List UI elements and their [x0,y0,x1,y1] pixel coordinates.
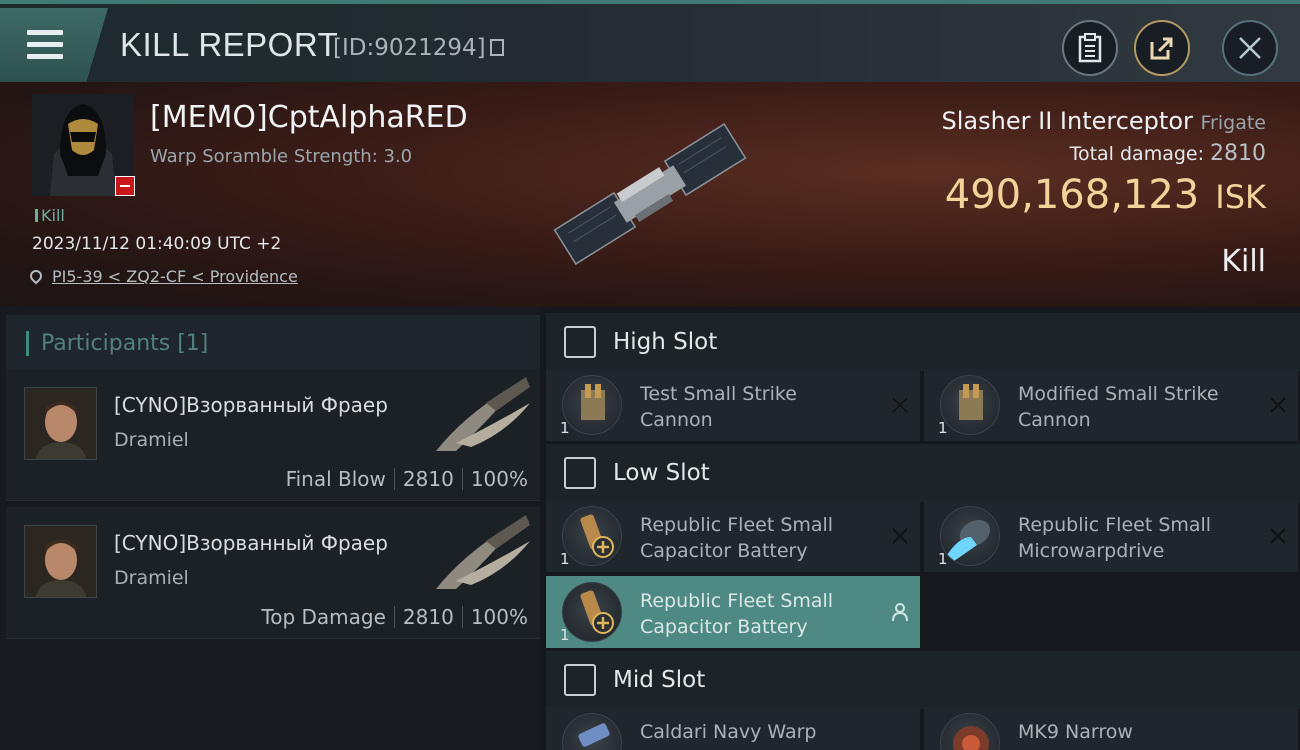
ship-name-text[interactable]: Slasher II Interceptor [942,107,1193,135]
kill-id-text: [ID:9021294] [333,35,486,61]
page-title: KILL REPORT [120,26,339,63]
close-button[interactable] [1222,20,1278,76]
participant-ship: Dramiel [114,429,189,451]
module-item[interactable]: 1 MK9 Narrow [924,707,1298,750]
mid-slot-label: Mid Slot [613,667,706,693]
mid-slot-header: Mid Slot [546,651,1300,709]
fitting-panel: High Slot 1 Test Small Strike Cannon 1 M… [540,307,1300,750]
location-pin-icon [27,267,45,285]
mid-slot-icon [564,664,596,696]
total-damage-value: 2810 [1210,141,1266,166]
module-name: Caldari Navy Warp [640,721,817,743]
participant-percent: 100% [470,605,528,629]
low-slot-header: Low Slot [546,444,1300,502]
menu-button[interactable] [0,8,108,82]
remove-icon[interactable] [1268,395,1288,415]
capacitor-battery-icon [562,506,622,566]
kill-summary: [MEMO]CptAlphaRED Warp Soramble Strength… [0,82,1300,307]
isk-value: 490,168,123 ISK [945,172,1266,218]
module-quantity: 1 [560,419,570,437]
cannon-icon [940,375,1000,435]
participant-ship-image [436,515,530,589]
module-name: Republic Fleet Small Capacitor Battery [640,514,834,562]
module-item-selected[interactable]: 1 Republic Fleet Small Capacitor Battery [546,576,920,648]
ship-name: Slasher II Interceptor Frigate [942,107,1266,135]
participant-stats: Final Blow 2810 100% [286,467,528,491]
menu-icon-bar [27,42,63,47]
location-text: PI5-39 < ZQ2-CF < Providence [52,267,298,286]
participant-role: Top Damage [261,605,386,629]
module-name: Republic Fleet Small Capacitor Battery [640,590,834,638]
kill-datetime: 2023/11/12 01:40:09 UTC +2 [32,234,282,254]
module-quantity: 1 [938,550,948,568]
participant-name: [CYNO]Взорванный Фраер [114,393,388,417]
remove-icon[interactable] [890,395,910,415]
participant-row[interactable]: [CYNO]Взорванный Фраер Dramiel Final Blo… [6,369,540,501]
ship-image [553,123,747,265]
top-bar: KILL REPORT [ID:9021294] [0,0,1300,82]
close-icon [1239,37,1261,59]
module-name: Modified Small Strike Cannon [1018,383,1219,431]
low-slot-icon [564,457,596,489]
total-damage: Total damage: 2810 [1070,141,1266,166]
module-name: Test Small Strike Cannon [640,383,797,431]
participant-damage: 2810 [402,467,454,491]
share-button[interactable] [1134,20,1190,76]
participant-row[interactable]: [CYNO]Взорванный Фраер Dramiel Top Damag… [6,507,540,639]
victim-name[interactable]: [MEMO]CptAlphaRED [150,100,468,135]
destroyed-badge [115,176,135,196]
participant-stats: Top Damage 2810 100% [261,605,528,629]
microwarpdrive-icon [940,506,1000,566]
clipboard-icon [1078,33,1102,63]
module-name: Republic Fleet Small Microwarpdrive [1018,514,1212,562]
module-quantity: 1 [560,550,570,568]
participant-damage: 2810 [402,605,454,629]
module-quantity: 1 [560,626,570,644]
participant-name: [CYNO]Взорванный Фраер [114,531,388,555]
capacitor-battery-icon [562,582,622,642]
low-slot-label: Low Slot [613,460,710,486]
module-item[interactable]: 1 Modified Small Strike Cannon [924,369,1298,441]
warp-scramble-strength: Warp Soramble Strength: 3.0 [150,146,413,167]
module-item[interactable]: 1 Republic Fleet Small Capacitor Battery [546,500,920,572]
result-label: Kill [1221,244,1266,279]
participants-panel: Participants [1] [CYNO]Взорванный Фраер … [0,307,540,750]
module-quantity: 1 [938,419,948,437]
total-damage-label: Total damage: [1069,143,1204,165]
share-icon [1150,37,1173,60]
ship-class: Frigate [1200,112,1266,134]
mk9-icon [940,713,1000,750]
isk-amount: 490,168,123 [944,172,1200,218]
module-name: MK9 Narrow [1018,721,1133,743]
remove-icon[interactable] [890,526,910,546]
participant-ship-image [436,377,530,451]
copy-icon[interactable] [489,39,504,56]
participant-ship: Dramiel [114,567,189,589]
high-slot-icon [564,326,596,358]
participants-header: Participants [1] [6,315,540,371]
module-item[interactable]: 1 Caldari Navy Warp [546,707,920,750]
high-slot-header: High Slot [546,313,1300,371]
participant-role: Final Blow [285,467,386,491]
remove-icon[interactable] [1268,526,1288,546]
warp-scrambler-icon [562,713,622,750]
high-slot-label: High Slot [613,329,718,355]
participants-title: Participants [1] [26,331,208,356]
isk-unit: ISK [1215,178,1266,216]
menu-icon [27,30,63,35]
clipboard-button[interactable] [1062,20,1118,76]
module-item[interactable]: 1 Republic Fleet Small Microwarpdrive [924,500,1298,572]
person-icon[interactable] [890,602,910,622]
kill-tag: Kill [35,206,65,225]
menu-icon-bar [27,54,63,59]
participant-percent: 100% [470,467,528,491]
kill-id[interactable]: [ID:9021294] [333,35,504,61]
kill-location[interactable]: PI5-39 < ZQ2-CF < Providence [27,267,298,286]
module-item[interactable]: 1 Test Small Strike Cannon [546,369,920,441]
participant-avatar [24,525,97,598]
participant-avatar [24,387,97,460]
cannon-icon [562,375,622,435]
